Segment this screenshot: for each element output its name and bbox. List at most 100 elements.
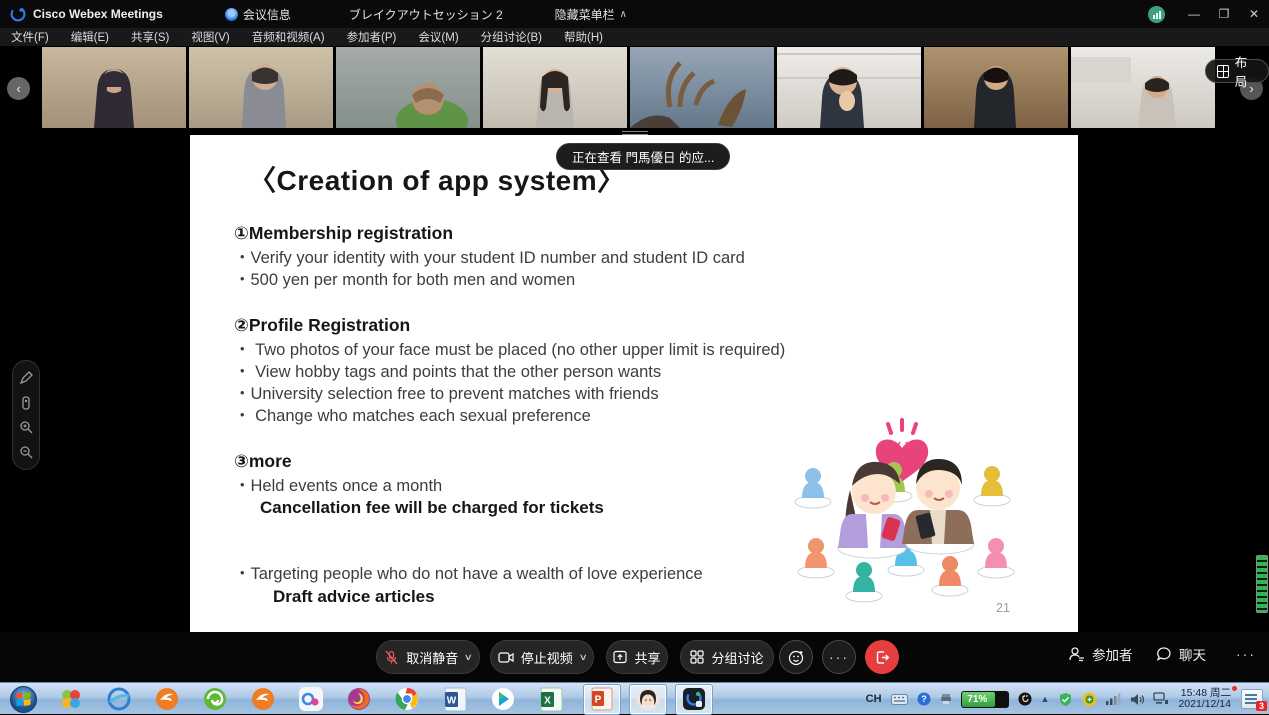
taskbar-app-powerpoint-button[interactable]: P — [584, 685, 620, 714]
video-tile[interactable] — [336, 47, 480, 128]
video-tile[interactable] — [42, 47, 186, 128]
reactions-smiley-icon — [788, 649, 805, 666]
chat-icon — [1156, 646, 1172, 662]
matching-app-illustration — [788, 390, 1016, 618]
video-tile[interactable] — [483, 47, 627, 128]
keyboard-icon[interactable] — [891, 694, 908, 705]
video-strip: ‹ › 布局 — [0, 46, 1269, 131]
power-plug-icon[interactable] — [1018, 692, 1032, 706]
strip-scroll-left-button[interactable]: ‹ — [7, 77, 30, 100]
network-signal-icon[interactable] — [1106, 693, 1121, 705]
printer-icon[interactable] — [940, 693, 952, 705]
share-float-toolbar — [12, 360, 40, 470]
meeting-info-icon — [225, 8, 238, 21]
taskbar-app-excel-icon[interactable]: X — [536, 684, 566, 714]
section-heading: ①Membership registration — [234, 223, 1078, 244]
webex-logo-icon — [10, 6, 26, 22]
taskbar-clock[interactable]: 15:48 周二 2021/12/14 — [1178, 688, 1231, 710]
more-options-button[interactable]: ··· — [822, 640, 856, 674]
share-button[interactable]: 共享 — [606, 640, 668, 674]
menu-breakout[interactable]: 分组讨论(B) — [470, 29, 553, 45]
video-tile[interactable] — [630, 47, 774, 128]
security-tray-icon[interactable] — [1058, 692, 1073, 707]
help-icon[interactable]: ? — [917, 692, 931, 706]
share-screen-icon — [613, 650, 627, 664]
menu-file[interactable]: 文件(F) — [0, 29, 60, 45]
camera-icon — [498, 651, 514, 664]
video-tile[interactable] — [189, 47, 333, 128]
menu-share[interactable]: 共享(S) — [120, 29, 180, 45]
zoom-in-icon[interactable] — [19, 420, 33, 434]
svg-text:X: X — [544, 695, 551, 706]
taskbar-app-360-browser-icon[interactable] — [200, 684, 230, 714]
windows-taskbar: W X P CH ? 71% — [0, 682, 1269, 714]
hide-menubar-button[interactable]: 隐藏菜单栏 ∧ — [555, 6, 627, 23]
menu-edit[interactable]: 编辑(E) — [60, 29, 120, 45]
system-tray: CH ? 71% ▲ — [866, 683, 1269, 715]
section-heading: ②Profile Registration — [234, 315, 1078, 336]
chevron-down-icon[interactable]: ∨ — [578, 652, 587, 663]
shared-slide: 〈Creation of app system〉 ①Membership reg… — [190, 135, 1078, 632]
bullet-line: ・500 yen per month for both men and wome… — [234, 269, 1078, 291]
menu-help[interactable]: 帮助(H) — [553, 29, 614, 45]
meeting-info-button[interactable]: 会议信息 — [225, 6, 291, 23]
breakout-button[interactable]: 分组讨论 — [680, 640, 774, 674]
meeting-control-bar: 取消静音 ∨ 停止视频 ∨ 共享 分组讨论 ··· 参加者 聊天 ··· — [0, 632, 1269, 682]
slide-section-membership: ①Membership registration ・Verify your id… — [234, 223, 1078, 292]
speaker-icon[interactable] — [1130, 693, 1144, 706]
network-connection-icon[interactable] — [1153, 692, 1169, 706]
menu-audio-video[interactable]: 音频和视频(A) — [241, 29, 336, 45]
svg-text:?: ? — [921, 694, 927, 704]
reactions-button[interactable] — [779, 640, 813, 674]
remote-control-icon[interactable] — [19, 396, 33, 410]
notification-center-icon[interactable]: 3 — [1241, 689, 1263, 709]
connection-indicator-icon — [1148, 6, 1165, 23]
level-meter — [1256, 555, 1268, 613]
zoom-out-icon[interactable] — [19, 445, 33, 459]
chat-panel-button[interactable]: 聊天 — [1156, 644, 1206, 664]
clock-notification-dot — [1232, 686, 1237, 691]
taskbar-app-internet-explorer-icon[interactable] — [104, 684, 134, 714]
unmute-button[interactable]: 取消静音 ∨ — [376, 640, 480, 674]
start-button[interactable] — [8, 684, 38, 714]
video-tile[interactable] — [1071, 47, 1215, 128]
taskbar-app-webex-button[interactable] — [676, 685, 712, 714]
taskbar-app-sogou-input-icon[interactable] — [56, 684, 86, 714]
illustration-woman — [838, 462, 908, 558]
more-panels-button[interactable]: ··· — [1236, 646, 1256, 662]
menu-participants[interactable]: 参加者(P) — [336, 29, 408, 45]
participants-icon — [1068, 646, 1085, 662]
antivirus-tray-icon[interactable] — [1082, 692, 1097, 707]
menu-view[interactable]: 视图(V) — [180, 29, 240, 45]
breakout-session-tab[interactable]: ブレイクアウトセッション 2 — [349, 6, 503, 23]
stop-video-button[interactable]: 停止视频 ∨ — [490, 640, 594, 674]
annotate-icon[interactable] — [19, 371, 33, 385]
taskbar-app-baidu-netdisk-icon[interactable] — [296, 684, 326, 714]
bullet-line: ・ Two photos of your face must be placed… — [234, 339, 1078, 361]
taskbar-app-word-icon[interactable]: W — [440, 684, 470, 714]
close-button[interactable]: ✕ — [1239, 0, 1269, 28]
notification-badge: 3 — [1256, 701, 1267, 711]
video-tile[interactable] — [777, 47, 921, 128]
taskbar-app-sogou-browser-icon[interactable] — [152, 684, 182, 714]
tray-expand-icon[interactable]: ▲ — [1041, 694, 1050, 704]
taskbar-app-tencent-video-icon[interactable] — [488, 684, 518, 714]
leave-meeting-button[interactable] — [865, 640, 899, 674]
taskbar-app-sogou-browser2-icon[interactable] — [248, 684, 278, 714]
minimize-button[interactable]: — — [1179, 0, 1209, 28]
menu-meeting[interactable]: 会议(M) — [407, 29, 469, 45]
viewing-tooltip: 正在查看 門馬優日 的应... — [556, 143, 730, 170]
taskbar-app-chrome-icon[interactable] — [392, 684, 422, 714]
taskbar-app-avatar-button[interactable] — [630, 685, 666, 714]
video-tile[interactable] — [924, 47, 1068, 128]
language-indicator[interactable]: CH — [866, 693, 882, 705]
layout-button[interactable]: 布局 — [1205, 59, 1269, 83]
chevron-down-icon[interactable]: ∨ — [464, 652, 473, 663]
taskbar-app-firefox-icon[interactable] — [344, 684, 374, 714]
participants-panel-button[interactable]: 参加者 — [1068, 644, 1133, 664]
layout-grid-icon — [1217, 65, 1229, 78]
window-titlebar: Cisco Webex Meetings 会议信息 ブレイクアウトセッション 2… — [0, 0, 1269, 28]
maximize-button[interactable]: ❐ — [1209, 0, 1239, 28]
leave-meeting-icon — [875, 650, 890, 665]
battery-indicator[interactable]: 71% — [961, 691, 1009, 708]
